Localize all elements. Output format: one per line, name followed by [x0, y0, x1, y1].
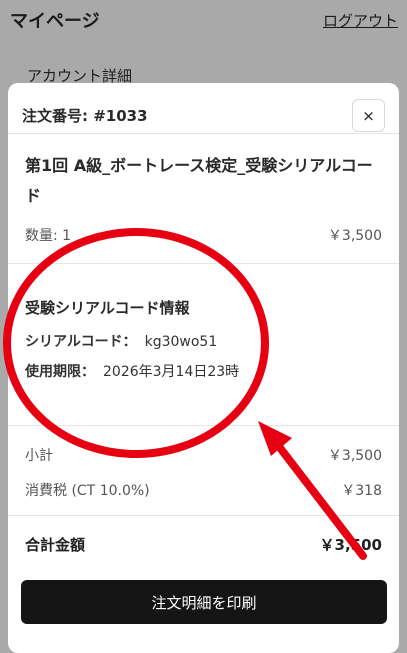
close-icon: ×: [362, 106, 375, 125]
serial-code-value: kg30wo51: [144, 334, 218, 350]
close-button[interactable]: ×: [352, 99, 385, 132]
expiry-value: 2026年3月14日23時: [103, 364, 240, 380]
divider: [8, 263, 399, 264]
expiry-label: 使用期限：: [25, 364, 95, 380]
subtotal-row: 小計 ￥3,500: [25, 445, 382, 465]
tax-value: ￥318: [341, 483, 382, 499]
order-number: 注文番号: #1033: [22, 107, 148, 125]
tax-row: 消費税 (CT 10.0%) ￥318: [25, 480, 382, 500]
line-price: ￥3,500: [327, 228, 382, 244]
page-header: マイページ ログアウト: [0, 0, 407, 60]
order-detail-modal: 注文番号: #1033 × 第1回 A級_ボートレース検定_受験シリアルコード …: [8, 83, 399, 653]
subtotal-value: ￥3,500: [327, 448, 382, 464]
divider: [8, 515, 399, 516]
product-name: 第1回 A級_ボートレース検定_受験シリアルコード: [25, 156, 373, 205]
total-row: 合計金額 ￥3,500: [25, 534, 382, 555]
divider: [8, 133, 399, 134]
serial-section-title: 受験シリアルコード情報: [25, 299, 190, 317]
print-button[interactable]: 注文明細を印刷: [21, 580, 387, 624]
page-title: マイページ: [10, 11, 100, 32]
divider: [8, 425, 399, 426]
total-value: ￥3,500: [319, 536, 382, 554]
logout-link[interactable]: ログアウト: [323, 10, 398, 31]
expiry-row: 使用期限： 2026年3月14日23時: [25, 361, 239, 381]
quantity: 数量: 1: [25, 228, 72, 244]
subtotal-label: 小計: [25, 448, 53, 464]
total-label: 合計金額: [25, 536, 86, 554]
tax-label: 消費税 (CT 10.0%): [25, 483, 150, 499]
serial-code-row: シリアルコード： kg30wo51: [25, 331, 217, 351]
serial-code-label: シリアルコード：: [25, 334, 137, 350]
